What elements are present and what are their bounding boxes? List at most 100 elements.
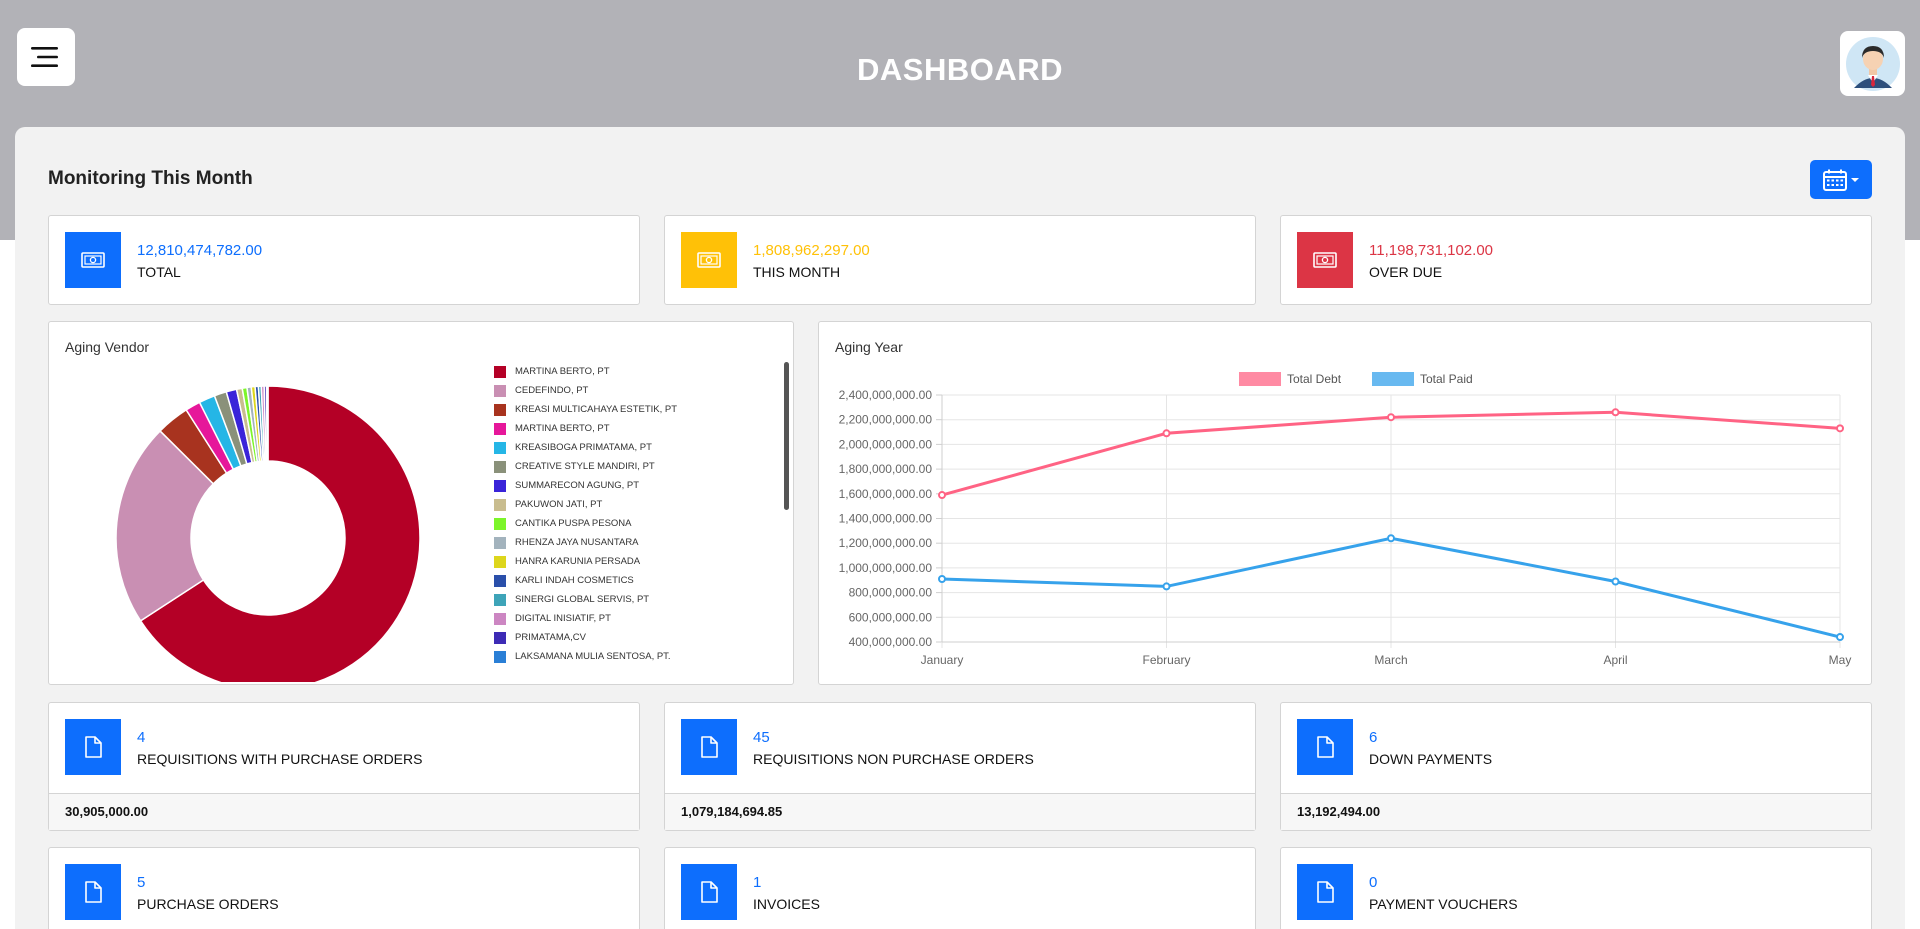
legend-swatch [494, 536, 506, 549]
this-month-card: 1,808,962,297.00 THIS MONTH [664, 215, 1256, 305]
legend-label: CREATIVE STYLE MANDIRI, PT [515, 461, 655, 472]
legend-item[interactable]: MARTINA BERTO, PT [494, 419, 793, 438]
data-point[interactable] [1162, 582, 1171, 591]
money-bill-icon [65, 232, 121, 288]
legend-label: SUMMARECON AGUNG, PT [515, 480, 640, 491]
total-card: 12,810,474,782.00 TOTAL [48, 215, 640, 305]
legend-item[interactable]: KARLI INDAH COSMETICS [494, 571, 793, 590]
file-icon [681, 719, 737, 775]
file-icon [65, 864, 121, 920]
data-point[interactable] [1387, 534, 1395, 543]
invoices-label: INVOICES [753, 896, 820, 912]
legend-item[interactable]: CANTIKA PUSPA PESONA [494, 514, 793, 533]
legend-item[interactable]: DIGITAL INISIATIF, PT [494, 609, 793, 628]
y-tick-label: 1,600,000,000.00 [839, 487, 933, 501]
data-point[interactable] [1387, 413, 1395, 422]
legend-label: KARLI INDAH COSMETICS [515, 575, 634, 586]
y-tick-label: 2,000,000,000.00 [839, 437, 933, 451]
req-with-po-label: REQUISITIONS WITH PURCHASE ORDERS [137, 751, 423, 767]
y-tick-label: 400,000,000.00 [849, 635, 933, 649]
data-point[interactable] [938, 575, 946, 584]
money-bill-icon [1297, 232, 1353, 288]
legend-item[interactable]: HANRA KARUNIA PERSADA [494, 552, 793, 571]
data-point[interactable] [1611, 408, 1620, 417]
data-point[interactable] [1836, 633, 1844, 642]
legend-swatch [494, 403, 506, 416]
legend-swatch [494, 631, 506, 644]
y-tick-label: 1,000,000,000.00 [839, 561, 933, 575]
legend-swatch [494, 365, 506, 378]
legend-item[interactable]: KREASIBOGA PRIMATAMA, PT [494, 438, 793, 457]
calendar-filter-button[interactable] [1810, 160, 1872, 199]
aging-vendor-legend: MARTINA BERTO, PT CEDEFINDO, PT KREASI MUL… [494, 362, 793, 672]
aging-year-line-chart: Total Debt Total Paid 2,400,000,000.00 2,20… [839, 372, 1852, 667]
purchase-orders-card[interactable]: 5 PURCHASE ORDERS [48, 847, 640, 929]
legend-item[interactable]: RHENZA JAYA NUSANTARA [494, 533, 793, 552]
legend-swatch [494, 384, 506, 397]
legend-item[interactable]: PAKUWON JATI, PT [494, 495, 793, 514]
legend-label: RHENZA JAYA NUSANTARA [515, 537, 639, 548]
y-tick-label: 2,200,000,000.00 [839, 413, 933, 427]
payment-vouchers-card[interactable]: 0 PAYMENT VOUCHERS [1280, 847, 1872, 929]
monitoring-title: Monitoring This Month [48, 168, 253, 189]
y-tick-label: 1,200,000,000.00 [839, 536, 933, 550]
req-non-po-amount: 1,079,184,694.85 [665, 793, 1255, 830]
y-tick-label: 1,400,000,000.00 [839, 512, 933, 526]
this-month-label: THIS MONTH [753, 264, 841, 280]
legend-item[interactable]: LAKSAMANA MULIA SENTOSA, PT. [494, 647, 793, 666]
data-point[interactable] [1836, 424, 1844, 433]
legend-scrollbar[interactable] [784, 362, 789, 510]
legend-item[interactable]: KREASI MULTICAHAYA ESTETIK, PT [494, 400, 793, 419]
legend-swatch [494, 555, 506, 568]
x-tick-label: May [1829, 653, 1852, 667]
req-non-po-card[interactable]: 45 REQUISITIONS NON PURCHASE ORDERS 1,07… [664, 702, 1256, 831]
user-avatar[interactable] [1840, 31, 1905, 96]
down-payments-count: 6 [1369, 729, 1378, 746]
y-tick-label: 1,800,000,000.00 [839, 462, 933, 476]
req-with-po-card[interactable]: 4 REQUISITIONS WITH PURCHASE ORDERS 30,9… [48, 702, 640, 831]
data-point[interactable] [938, 491, 946, 500]
legend-label: SINERGI GLOBAL SERVIS, PT [515, 594, 650, 605]
x-tick-label: February [1142, 653, 1190, 667]
donut-slice[interactable] [265, 385, 269, 462]
aging-year-panel: Aging Year Total Debt Total Paid 2,400,000… [818, 321, 1872, 685]
legend-swatch [1372, 372, 1414, 386]
purchase-orders-label: PURCHASE ORDERS [137, 896, 279, 912]
data-point[interactable] [1162, 429, 1171, 438]
down-payments-label: DOWN PAYMENTS [1369, 751, 1493, 767]
legend-swatch [494, 441, 506, 454]
req-with-po-amount: 30,905,000.00 [49, 793, 639, 830]
legend-item[interactable]: MARTINA BERTO, PT [494, 362, 793, 381]
legend-item[interactable]: CEDEFINDO, PT [494, 381, 793, 400]
x-tick-label: January [921, 653, 964, 667]
legend-item[interactable]: CREATIVE STYLE MANDIRI, PT [494, 457, 793, 476]
legend-item[interactable]: PRIMATAMA,CV [494, 628, 793, 647]
purchase-orders-count: 5 [137, 874, 146, 891]
legend-swatch [494, 574, 506, 587]
legend-label: Total Debt [1287, 372, 1342, 386]
y-tick-label: 800,000,000.00 [849, 586, 933, 600]
req-with-po-count: 4 [137, 729, 146, 746]
legend-label: KREASI MULTICAHAYA ESTETIK, PT [515, 404, 678, 415]
invoices-count: 1 [753, 874, 762, 891]
x-tick-label: March [1374, 653, 1407, 667]
legend-item[interactable]: SINERGI GLOBAL SERVIS, PT [494, 590, 793, 609]
page-title: DASHBOARD [857, 52, 1063, 87]
legend-swatch [494, 612, 506, 625]
y-tick-label: 600,000,000.00 [849, 610, 933, 624]
down-payments-card[interactable]: 6 DOWN PAYMENTS 13,192,494.00 [1280, 702, 1872, 831]
legend-label: MARTINA BERTO, PT [515, 366, 610, 377]
total-value: 12,810,474,782.00 [137, 242, 263, 259]
legend-item[interactable]: SUMMARECON AGUNG, PT [494, 476, 793, 495]
legend-label: CEDEFINDO, PT [515, 385, 589, 396]
legend-swatch [494, 422, 506, 435]
money-bill-icon [681, 232, 737, 288]
legend-label: Total Paid [1420, 372, 1473, 386]
invoices-card[interactable]: 1 INVOICES [664, 847, 1256, 929]
file-icon [1297, 864, 1353, 920]
legend-label: PRIMATAMA,CV [515, 632, 586, 643]
legend-label: DIGITAL INISIATIF, PT [515, 613, 611, 624]
data-point[interactable] [1611, 577, 1620, 586]
legend-swatch [494, 650, 506, 663]
legend-label: HANRA KARUNIA PERSADA [515, 556, 641, 567]
